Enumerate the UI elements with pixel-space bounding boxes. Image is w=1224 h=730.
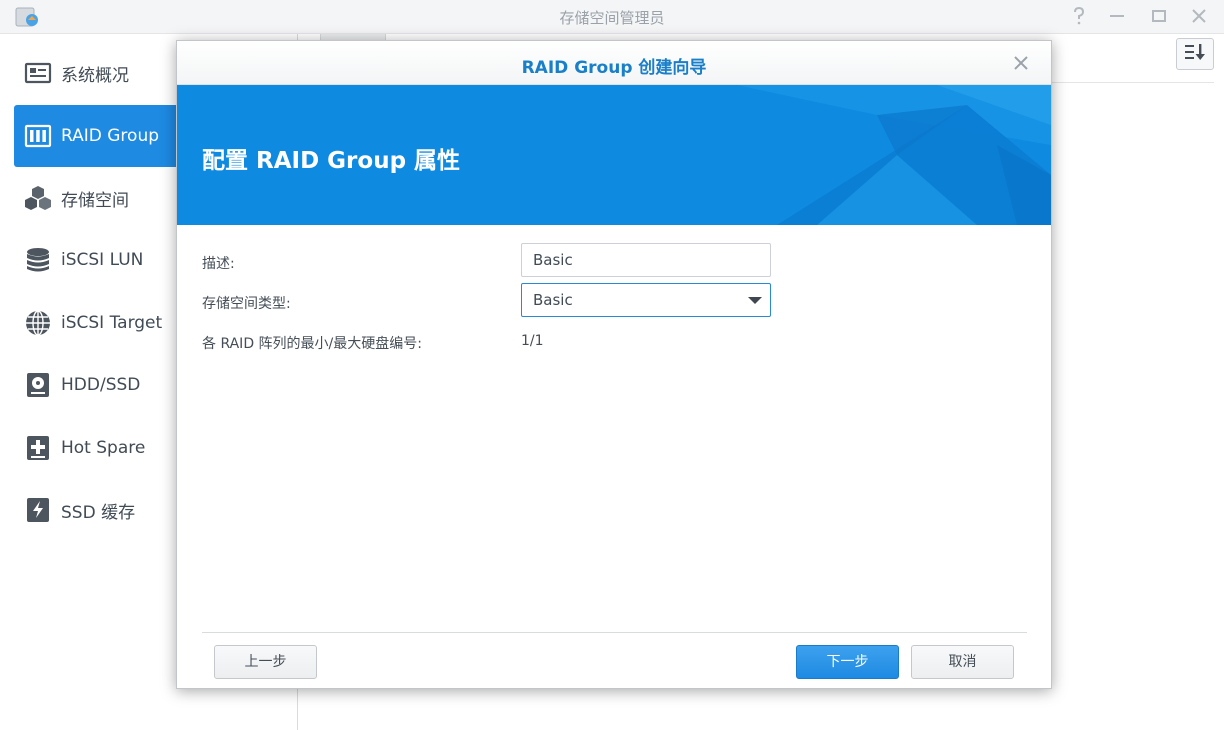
next-button[interactable]: 下一步 xyxy=(796,645,899,679)
sort-icon xyxy=(1184,43,1206,65)
dialog-title: RAID Group 创建向导 xyxy=(521,58,707,78)
close-icon[interactable] xyxy=(1188,5,1210,27)
sidebar-item-label: RAID Group xyxy=(61,126,160,146)
globe-icon xyxy=(24,309,52,337)
sidebar-item-label: SSD 缓存 xyxy=(61,502,136,523)
ssd-cache-icon xyxy=(24,496,52,524)
dropdown-caret-icon xyxy=(748,297,762,304)
sidebar-item-label: HDD/SSD xyxy=(61,375,141,395)
disk-count-label: 各 RAID 阵列的最小/最大硬盘编号: xyxy=(202,336,422,352)
description-label: 描述: xyxy=(202,256,235,272)
storage-type-selected-value: Basic xyxy=(533,291,573,309)
dialog-close-icon[interactable] xyxy=(1009,51,1033,75)
sidebar-item-label: Hot Spare xyxy=(61,438,146,458)
description-input[interactable]: Basic xyxy=(521,243,771,277)
database-icon xyxy=(24,246,52,274)
maximize-icon[interactable] xyxy=(1148,5,1170,27)
sidebar-item-iscsi-target[interactable]: iSCSI Target xyxy=(14,292,184,354)
raid-group-wizard-dialog: RAID Group 创建向导 配置 RAID Group 属性 描述: Bas… xyxy=(176,40,1052,689)
cancel-button[interactable]: 取消 xyxy=(911,645,1014,679)
sidebar-item-label: 系统概况 xyxy=(61,65,129,86)
raid-group-icon xyxy=(24,122,52,150)
minimize-icon[interactable] xyxy=(1106,5,1128,27)
sidebar-item-hot-spare[interactable]: Hot Spare xyxy=(14,417,184,479)
window-title: 存储空间管理员 xyxy=(559,9,665,27)
dialog-header: RAID Group 创建向导 xyxy=(177,41,1051,85)
back-button[interactable]: 上一步 xyxy=(214,645,317,679)
sidebar-item-ssd-cache[interactable]: SSD 缓存 xyxy=(14,479,184,541)
sidebar-item-hdd-ssd[interactable]: HDD/SSD xyxy=(14,354,184,416)
window-titlebar: 存储空间管理员 xyxy=(0,0,1224,34)
sidebar-item-raid-group[interactable]: RAID Group xyxy=(14,105,184,167)
disk-count-value: 1/1 xyxy=(521,333,544,349)
dialog-footer-divider xyxy=(202,632,1027,633)
wizard-banner: 配置 RAID Group 属性 xyxy=(177,85,1051,225)
help-icon[interactable] xyxy=(1068,5,1090,27)
sidebar-item-label: iSCSI LUN xyxy=(61,250,144,270)
overview-icon xyxy=(24,59,52,87)
sidebar-item-iscsi-lun[interactable]: iSCSI LUN xyxy=(14,229,184,291)
storage-type-select[interactable]: Basic xyxy=(521,283,771,317)
sidebar-item-label: iSCSI Target xyxy=(61,313,163,333)
hot-spare-plus-icon xyxy=(24,434,52,462)
hdd-icon xyxy=(24,371,52,399)
sidebar-item-overview[interactable]: 系统概况 xyxy=(14,42,184,104)
sidebar-item-label: 存储空间 xyxy=(61,190,129,211)
storage-type-label: 存储空间类型: xyxy=(202,296,291,312)
banner-title: 配置 RAID Group 属性 xyxy=(202,148,461,174)
sidebar-item-storage-space[interactable]: 存储空间 xyxy=(14,167,184,229)
storage-cubes-icon xyxy=(24,184,52,212)
sort-button[interactable] xyxy=(1176,38,1214,70)
